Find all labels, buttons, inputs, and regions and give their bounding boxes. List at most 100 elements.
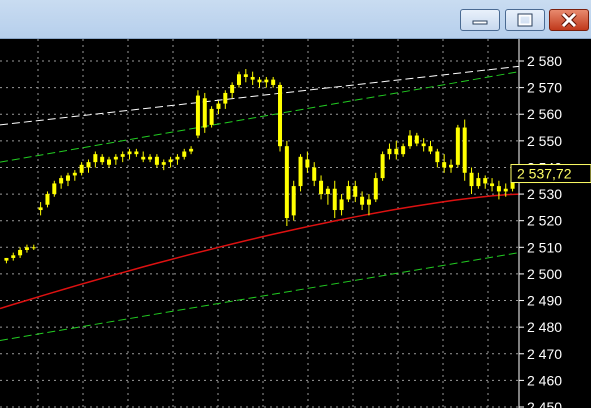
candle	[319, 175, 324, 200]
candle-body	[380, 154, 385, 179]
candle-body	[353, 186, 358, 197]
candle	[250, 71, 255, 85]
price-chart[interactable]: 2 5802 5702 5602 5502 5402 5302 5202 510…	[0, 39, 591, 408]
candle-body	[216, 103, 221, 109]
candle-body	[291, 186, 296, 216]
candle	[202, 92, 207, 133]
candle-body	[462, 127, 467, 173]
candle-body	[414, 135, 419, 144]
candle-body	[223, 92, 228, 104]
candle-body	[161, 162, 166, 165]
candle	[476, 172, 481, 189]
candle-body	[134, 151, 139, 155]
candle-body	[449, 164, 454, 168]
candle	[366, 194, 371, 216]
candle	[72, 170, 77, 181]
candle	[134, 148, 139, 157]
candle-body	[52, 183, 57, 195]
candle	[325, 186, 330, 205]
candle	[216, 100, 221, 115]
y-axis: 2 5802 5702 5602 5502 5402 5302 5202 510…	[519, 53, 562, 408]
candle	[380, 151, 385, 181]
y-tick-label: 2 460	[527, 372, 562, 388]
candle	[257, 76, 262, 88]
candle	[120, 151, 125, 163]
candle-body	[483, 178, 488, 184]
candle	[462, 119, 467, 181]
candle	[161, 159, 166, 171]
candle-body	[442, 162, 447, 168]
candle-body	[421, 143, 426, 147]
candle-body	[230, 84, 235, 93]
candle-body	[100, 156, 105, 163]
candle	[284, 140, 289, 227]
candle	[223, 90, 228, 109]
candle	[189, 146, 194, 155]
candle-body	[298, 156, 303, 187]
candle-body	[120, 154, 125, 157]
candle	[394, 140, 399, 160]
candle-body	[407, 135, 412, 147]
candle	[175, 154, 180, 165]
candle	[496, 180, 501, 200]
close-button[interactable]	[549, 9, 589, 31]
candle	[236, 71, 241, 88]
candle-body	[72, 172, 77, 176]
candle	[353, 180, 358, 203]
candle	[373, 172, 378, 203]
chart-grid	[0, 39, 519, 408]
candle	[182, 148, 187, 160]
y-tick-label: 2 480	[527, 319, 562, 335]
candle-body	[387, 148, 392, 155]
candle-body	[360, 196, 365, 205]
candle-body	[243, 74, 248, 77]
minimize-button[interactable]	[460, 9, 500, 31]
candle	[243, 68, 248, 83]
candle	[168, 156, 173, 168]
candle-body	[325, 188, 330, 195]
candle-body	[250, 76, 255, 80]
candle	[264, 76, 269, 88]
candle-body	[312, 167, 317, 181]
candle	[141, 151, 146, 163]
candle	[414, 132, 419, 147]
candle	[278, 82, 283, 152]
y-tick-label: 2 500	[527, 266, 562, 282]
candle	[332, 180, 337, 219]
candle-body	[503, 188, 508, 192]
candle-body	[24, 247, 29, 250]
minimize-icon	[472, 15, 488, 25]
candle-body	[346, 186, 351, 200]
candle-body	[175, 156, 180, 160]
candle	[339, 194, 344, 216]
candle-body	[401, 146, 406, 155]
last-price-tag: 2 537,72	[510, 164, 591, 184]
candle-body	[366, 199, 371, 205]
candle	[455, 124, 460, 168]
candle-body	[86, 162, 91, 168]
candle-body	[202, 98, 207, 128]
candle-body	[490, 183, 495, 187]
candle	[401, 143, 406, 157]
candle	[449, 159, 454, 173]
moving-average-line	[0, 193, 520, 310]
maximize-button[interactable]	[505, 9, 545, 31]
candle	[312, 162, 317, 187]
candle-body	[154, 156, 159, 165]
candle	[38, 202, 43, 216]
candle	[154, 154, 159, 168]
candle	[298, 154, 303, 192]
candle-body	[168, 159, 173, 163]
candle-body	[394, 148, 399, 155]
candle-body	[305, 159, 310, 168]
candle-body	[455, 127, 460, 165]
candle	[113, 154, 118, 165]
candle-body	[278, 84, 283, 147]
trendline	[0, 65, 520, 126]
close-icon	[561, 13, 577, 27]
candle-body	[141, 156, 146, 160]
candle	[79, 162, 84, 176]
candle-body	[236, 74, 241, 85]
candle-body	[257, 79, 262, 83]
y-tick-label: 2 550	[527, 133, 562, 149]
